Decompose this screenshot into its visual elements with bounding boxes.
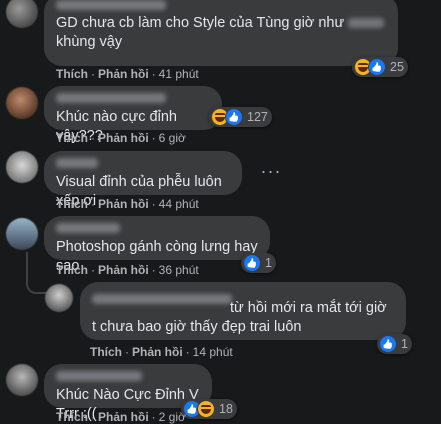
- avatar[interactable]: [6, 218, 38, 250]
- reaction-summary[interactable]: 1: [377, 334, 412, 354]
- comment-bubble: từ hồi mới ra mắt tới giờ t chưa bao giờ…: [80, 282, 406, 340]
- reaction-summary[interactable]: 18: [181, 399, 237, 419]
- timestamp[interactable]: 41 phút: [159, 67, 199, 81]
- comment-actions: Thích · Phản hồi · 6 giờ: [56, 131, 186, 145]
- haha-reaction-icon: [197, 400, 215, 418]
- reaction-summary[interactable]: 1: [241, 253, 276, 273]
- comment-bubble: Khúc nào cực đỉnh vậy???: [44, 86, 222, 144]
- like-link[interactable]: Thích: [56, 67, 88, 81]
- like-link[interactable]: Thích: [56, 131, 88, 145]
- reply-link[interactable]: Phản hồi: [98, 67, 149, 81]
- reaction-count: 1: [401, 337, 408, 351]
- like-link[interactable]: Thích: [90, 345, 122, 359]
- reply-link[interactable]: Phản hồi: [132, 345, 183, 359]
- comment-actions: Thích · Phản hồi · 41 phút: [56, 67, 199, 81]
- timestamp[interactable]: 14 phút: [193, 345, 233, 359]
- timestamp[interactable]: 36 phút: [159, 263, 199, 277]
- author-name-blurred[interactable]: [56, 0, 166, 10]
- reaction-summary[interactable]: 127: [209, 107, 272, 127]
- timestamp[interactable]: 44 phút: [159, 197, 199, 211]
- avatar[interactable]: [6, 87, 38, 119]
- comment-actions: Thích · Phản hồi · 2 giờ: [56, 410, 186, 424]
- avatar[interactable]: [6, 151, 38, 183]
- reply-link[interactable]: Phản hồi: [98, 197, 149, 211]
- comment-bubble: Visual đỉnh của phễu luôn xếp ơi: [44, 151, 242, 209]
- reaction-count: 25: [390, 60, 404, 74]
- timestamp[interactable]: 2 giờ: [159, 410, 186, 424]
- like-reaction-icon: [368, 58, 386, 76]
- like-link[interactable]: Thích: [56, 197, 88, 211]
- reply-link[interactable]: Phản hồi: [98, 410, 149, 424]
- avatar[interactable]: [6, 364, 38, 396]
- comment-actions: Thích · Phản hồi · 36 phút: [56, 263, 199, 277]
- author-name-blurred[interactable]: [56, 93, 166, 103]
- reaction-count: 18: [219, 402, 233, 416]
- reaction-count: 1: [265, 256, 272, 270]
- comment-actions: Thích · Phản hồi · 44 phút: [56, 197, 199, 211]
- more-options-icon[interactable]: ···: [257, 160, 285, 188]
- comment-bubble: Photoshop gánh còng lưng hay sao: [44, 216, 270, 274]
- author-name-blurred[interactable]: [56, 371, 142, 381]
- timestamp[interactable]: 6 giờ: [159, 131, 186, 145]
- like-reaction-icon: [243, 254, 261, 272]
- like-link[interactable]: Thích: [56, 410, 88, 424]
- avatar[interactable]: [45, 284, 73, 312]
- comment-text: từ hồi mới ra mắt tới giờ t chưa bao giờ…: [92, 300, 387, 335]
- blurred-name: [348, 18, 385, 29]
- author-name-blurred[interactable]: [56, 223, 120, 233]
- reaction-count: 127: [247, 110, 268, 124]
- comment-actions: Thích · Phản hồi · 14 phút: [90, 345, 233, 359]
- reply-link[interactable]: Phản hồi: [98, 263, 149, 277]
- like-reaction-icon: [379, 335, 397, 353]
- avatar[interactable]: [6, 0, 38, 28]
- author-name-blurred[interactable]: [56, 158, 98, 168]
- like-reaction-icon: [225, 108, 243, 126]
- reaction-summary[interactable]: 25: [352, 57, 408, 77]
- reply-link[interactable]: Phản hồi: [98, 131, 149, 145]
- comment-bubble: GD chưa cb làm cho Style của Tùng giờ nh…: [44, 0, 398, 66]
- comment-text: GD chưa cb làm cho Style của Tùng giờ nh…: [56, 14, 386, 52]
